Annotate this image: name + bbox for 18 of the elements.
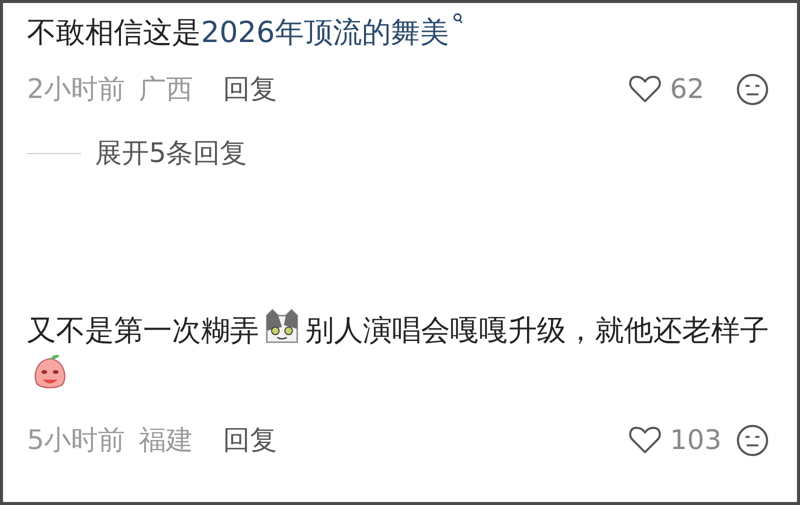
like-icon[interactable] <box>628 74 662 104</box>
search-icon <box>452 12 463 26</box>
comment-text: 不敢相信这是2026年顶流的舞美 <box>27 10 777 55</box>
expand-replies-button[interactable]: 展开5条回复 <box>95 135 248 171</box>
comment-text: 又不是第一次糊弄 别人演唱会嘎嘎升级，就他还老样子 <box>27 308 777 398</box>
reply-button[interactable]: 回复 <box>223 71 278 107</box>
reply-button[interactable]: 回复 <box>223 422 278 458</box>
like-count: 62 <box>670 74 706 104</box>
like-icon[interactable] <box>628 425 662 455</box>
neutral-face-icon[interactable] <box>736 424 769 456</box>
like-count: 103 <box>670 424 723 456</box>
comment-location: 广西 <box>139 73 194 107</box>
search-link[interactable]: 2026年顶流的舞美 <box>201 15 463 49</box>
comment-time: 5小时前 <box>27 424 126 458</box>
comment-location: 福建 <box>139 424 194 458</box>
neutral-face-icon[interactable] <box>736 72 769 106</box>
comment-time: 2小时前 <box>27 73 126 107</box>
cat-sticker-icon <box>263 308 301 346</box>
